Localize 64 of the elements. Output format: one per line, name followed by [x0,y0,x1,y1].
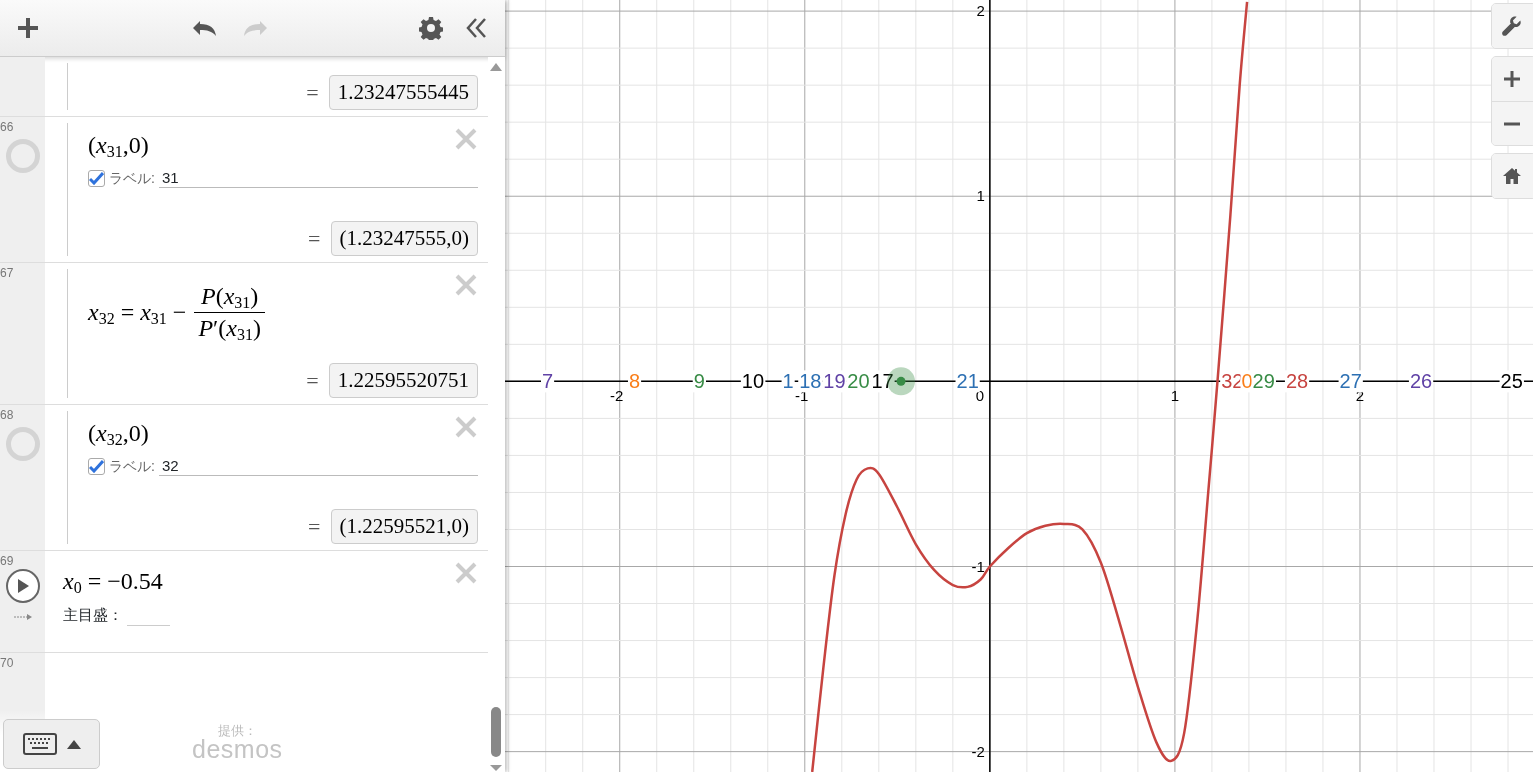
play-icon [16,579,29,593]
step-caption: 主目盛： [63,604,123,625]
point-label: 7 [542,370,554,393]
row-number: 67 [0,267,14,279]
math-expression: (x$_{31}$,0) [88,131,149,160]
label-checkbox[interactable] [88,169,105,187]
scroll-up-icon[interactable] [490,63,502,71]
axis-tick-label: -2 [971,742,985,760]
result-value: 1.23247555445 [328,74,478,110]
point-label: 10 [741,370,765,393]
credit-text: 提供： [217,724,257,737]
caret-icon [66,739,81,749]
math-expression: x$_{32}$ = x$_{31}$ − P(x$_{31}$) P′(x$_{31}$) [88,281,265,345]
equals-sign: = [308,224,321,253]
dotted-arrow-icon[interactable] [12,613,33,621]
result-value: (1.22595521,0) [330,508,478,544]
plus-icon [16,16,40,40]
label-input[interactable]: 31 [158,168,478,188]
point-label: 1 [782,370,794,393]
point-label: 29 [1252,370,1275,393]
row-number: 70 [0,657,14,669]
minus-icon [1503,121,1521,126]
row-number: 66 [0,121,14,133]
settings-button[interactable] [417,14,445,42]
label-caption: ラベル: [109,168,155,188]
result-value: 1.22595520751 [328,362,478,398]
axis-tick-label: -1 [971,557,985,575]
point-label: 9 [693,370,705,393]
point-label: 21 [956,370,979,393]
keyboard-button[interactable] [3,719,100,769]
math-expression: (x$_{32}$,0) [88,419,149,448]
point-label: 17 [871,370,894,393]
point-label: 28 [1285,370,1309,393]
row-number: 69 [0,555,14,567]
math-expression: x$_{0}$ = −0.54 [63,567,163,596]
equals-sign: = [306,366,319,395]
axis-tick-label: -2 [610,387,624,405]
equals-sign: = [308,512,321,541]
scrollbar-thumb[interactable] [491,707,501,757]
label-input[interactable]: 32 [158,456,478,476]
label-caption: ラベル: [109,456,155,476]
equals-sign: = [306,78,319,107]
plus-icon [1503,70,1521,88]
result-value: (1.23247555,0) [330,220,478,256]
point-label: 8 [629,370,641,393]
point-label: 27 [1339,370,1362,393]
point-label: 25 [1500,370,1523,393]
label-checkbox[interactable] [88,457,105,475]
settings-icon [419,16,443,40]
point-label: 0 [1241,370,1253,393]
row-number: 68 [0,409,14,421]
axis-tick-label: 1 [1170,387,1180,405]
axis-tick-label: 1 [976,187,985,205]
wrench-icon [1501,15,1523,37]
play-button[interactable] [5,569,40,603]
axis-tick-label: 2 [976,2,985,20]
point-label: 18 [799,370,822,393]
point-label: 19 [823,370,846,393]
point-label: 20 [847,370,870,393]
keyboard-icon [22,733,57,755]
home-icon [1502,166,1522,186]
scroll-down-icon[interactable] [490,765,502,771]
double-chevron-icon [465,16,489,40]
point-label: 26 [1409,370,1433,393]
